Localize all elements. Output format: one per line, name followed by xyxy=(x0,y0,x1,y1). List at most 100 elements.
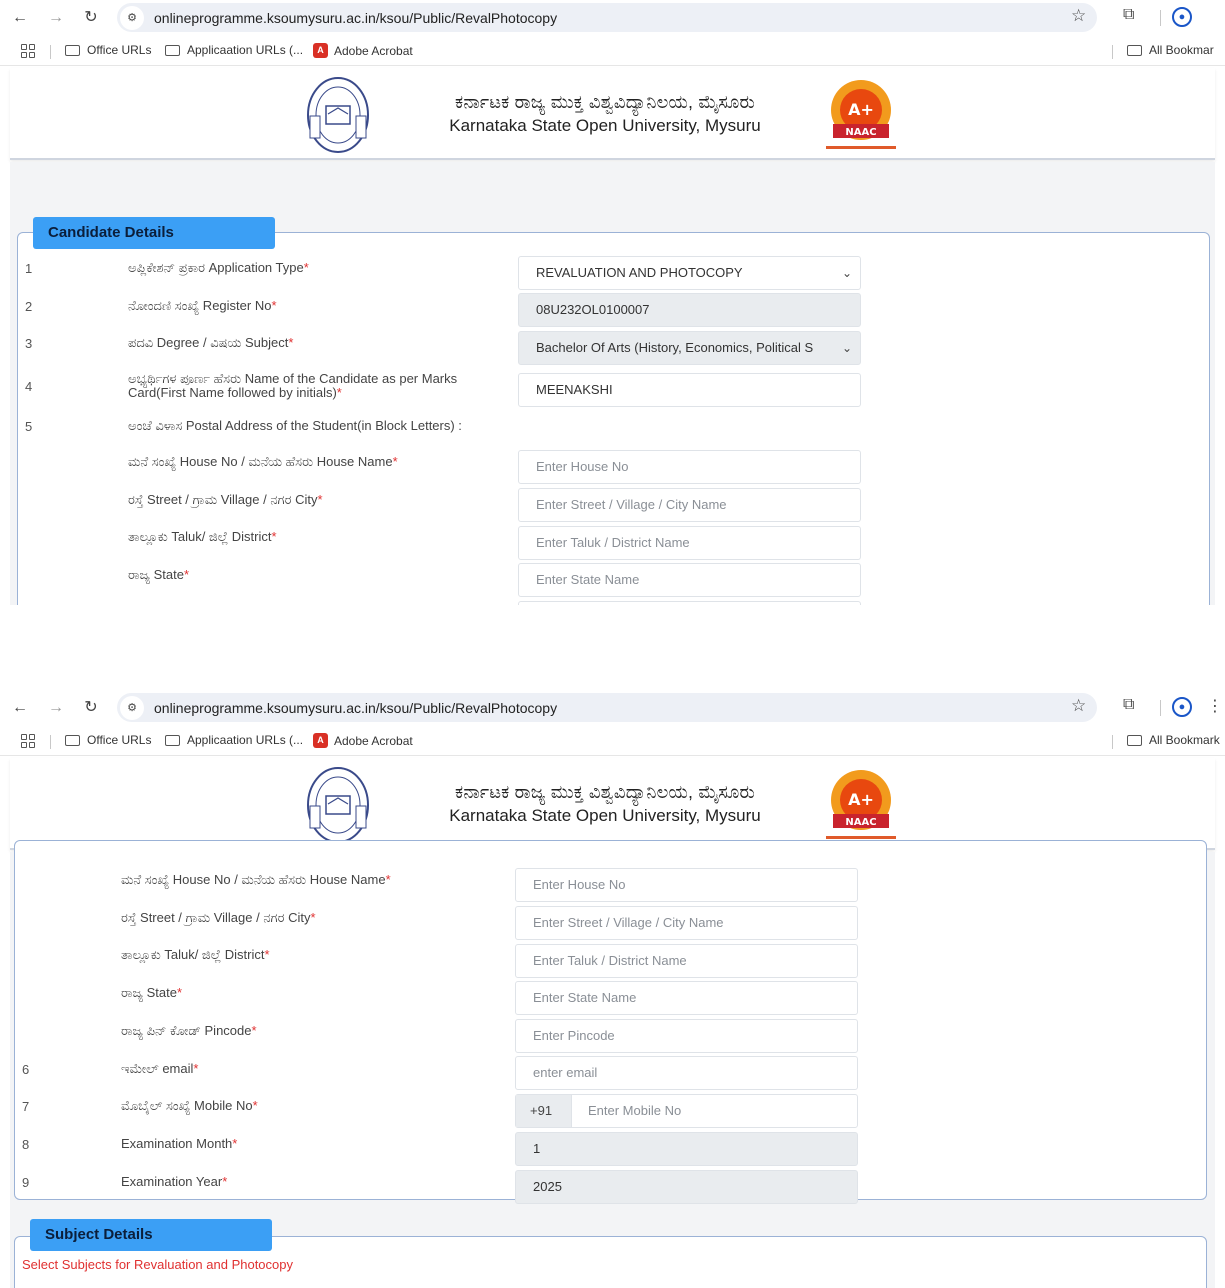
folder-icon xyxy=(65,734,80,746)
field-label: ತಾಲ್ಲೂಕು Taluk/ ಜಿಲ್ಲೆ District* xyxy=(128,530,277,544)
folder-icon xyxy=(1127,734,1142,746)
candidate-name-field[interactable]: MEENAKSHI xyxy=(518,373,861,407)
back-arrow-icon[interactable]: ← xyxy=(8,6,32,30)
subject-details-panel: Subject Details Select Subjects for Reva… xyxy=(14,1219,1207,1288)
profile-icon[interactable]: ● xyxy=(1172,7,1192,27)
taluk-input[interactable]: Enter Taluk / District Name xyxy=(515,944,858,978)
bookmark-star-icon[interactable]: ☆ xyxy=(1071,6,1086,26)
address-bar[interactable]: ⚙ onlineprogramme.ksoumysuru.ac.in/ksou/… xyxy=(117,693,1097,722)
site-info-icon[interactable]: ⚙ xyxy=(120,5,144,30)
forward-arrow-icon[interactable]: → xyxy=(44,6,68,30)
state-input[interactable]: Enter State Name xyxy=(515,981,858,1015)
bookmark-adobe-acrobat[interactable]: A Adobe Acrobat xyxy=(313,733,413,748)
bookmark-label: All Bookmar xyxy=(1149,43,1214,57)
pincode-input[interactable] xyxy=(518,601,861,605)
bookmark-adobe-acrobat[interactable]: A Adobe Acrobat xyxy=(313,43,413,58)
url-text[interactable]: onlineprogramme.ksoumysuru.ac.in/ksou/Pu… xyxy=(154,10,557,26)
application-type-select[interactable]: REVALUATION AND PHOTOCOPY ⌄ xyxy=(518,256,861,290)
degree-subject-select[interactable]: Bachelor Of Arts (History, Economics, Po… xyxy=(518,331,861,365)
field-label: ರಸ್ತೆ Street / ಗ್ರಾಮ Village / ನಗರ City* xyxy=(121,911,316,925)
candidate-details-legend: Candidate Details xyxy=(33,217,275,249)
extensions-icon[interactable]: ⧉ xyxy=(1123,696,1134,714)
label-text: ಪದವಿ Degree / ವಿಷಯ Subject xyxy=(128,335,289,350)
label-text: Card(First Name followed by initials) xyxy=(128,385,337,400)
house-no-input[interactable]: Enter House No xyxy=(518,450,861,484)
browser-window-scrolled: ← → ↻ ⚙ onlineprogramme.ksoumysuru.ac.in… xyxy=(0,690,1225,1288)
chevron-down-icon: ⌄ xyxy=(841,266,852,280)
pincode-input[interactable]: Enter Pincode xyxy=(515,1019,858,1053)
bookmark-label: Adobe Acrobat xyxy=(334,733,413,748)
field-label: ರಾಜ್ಯ State* xyxy=(128,568,189,582)
pdf-icon: A xyxy=(313,43,328,58)
label-text: ನೋಂದಣಿ ಸಂಖ್ಯೆ Register No xyxy=(128,298,272,313)
taluk-input[interactable]: Enter Taluk / District Name xyxy=(518,526,861,560)
apps-grid-icon[interactable] xyxy=(21,734,35,748)
row-number: 5 xyxy=(25,419,33,434)
all-bookmarks[interactable]: All Bookmar xyxy=(1127,43,1214,57)
candidate-details-panel: Candidate Details 1 ಅಪ್ಲಿಕೇಶನ್ ಪ್ರಕಾರ Ap… xyxy=(17,217,1210,605)
bookmarks-divider xyxy=(1112,45,1113,59)
bookmark-label: Applicaation URLs (... xyxy=(187,733,304,747)
field-label: ಮನೆ ಸಂಖ್ಯೆ House No / ಮನೆಯ ಹೆಸರು House N… xyxy=(121,873,391,887)
field-label: ಅಭ್ಯರ್ಥಿಗಳ ಪೂರ್ಣ ಹೆಸರು Name of the Candi… xyxy=(128,372,457,400)
field-label: ರಸ್ತೆ Street / ಗ್ರಾಮ Village / ನಗರ City* xyxy=(128,493,323,507)
state-input[interactable]: Enter State Name xyxy=(518,563,861,597)
field-label: ಇಮೇಲ್ email* xyxy=(121,1062,198,1076)
email-input[interactable]: enter email xyxy=(515,1056,858,1090)
bookmark-application-urls[interactable]: Applicaation URLs (... xyxy=(165,733,303,747)
naac-label: NAAC xyxy=(845,817,876,828)
mobile-input-group[interactable]: +91 Enter Mobile No xyxy=(515,1094,858,1128)
house-no-input[interactable]: Enter House No xyxy=(515,868,858,902)
university-name-english: Karnataka State Open University, Mysuru xyxy=(449,116,761,135)
folder-icon xyxy=(165,734,180,746)
browser-menu-icon[interactable]: ⋮ xyxy=(1207,696,1223,716)
all-bookmarks[interactable]: All Bookmark xyxy=(1127,733,1220,747)
back-arrow-icon[interactable]: ← xyxy=(8,696,32,720)
street-input[interactable]: Enter Street / Village / City Name xyxy=(518,488,861,522)
required-marker: * xyxy=(252,1098,258,1113)
extensions-icon[interactable]: ⧉ xyxy=(1123,6,1134,24)
row-number: 6 xyxy=(22,1062,30,1077)
row-number: 2 xyxy=(25,299,33,314)
profile-icon[interactable]: ● xyxy=(1172,697,1192,717)
apps-grid-icon[interactable] xyxy=(21,44,35,58)
bookmark-application-urls[interactable]: Applicaation URLs (... xyxy=(165,43,303,57)
toolbar-divider xyxy=(1160,10,1161,26)
bookmark-label: Office URLs xyxy=(87,733,152,747)
site-info-icon[interactable]: ⚙ xyxy=(120,695,144,720)
address-bar[interactable]: ⚙ onlineprogramme.ksoumysuru.ac.in/ksou/… xyxy=(117,3,1097,32)
naac-grade: A+ xyxy=(848,790,874,809)
required-marker: * xyxy=(271,529,277,544)
field-label: ಮನೆ ಸಂಖ್ಯೆ House No / ಮನೆಯ ಹೆಸರು House N… xyxy=(128,455,398,469)
label-text: ಮೊಬೈಲ್ ಸಂಖ್ಯೆ Mobile No xyxy=(121,1098,253,1113)
folder-icon xyxy=(65,44,80,56)
required-marker: * xyxy=(176,985,183,1000)
country-code-prefix: +91 xyxy=(516,1095,572,1127)
required-marker: * xyxy=(222,1174,228,1189)
label-text: ತಾಲ್ಲೂಕು Taluk/ ಜಿಲ್ಲೆ District xyxy=(128,529,272,544)
forward-arrow-icon[interactable]: → xyxy=(44,696,68,720)
field-label: ಪದವಿ Degree / ವಿಷಯ Subject* xyxy=(128,336,293,350)
bookmarks-bar: Office URLs Applicaation URLs (... A Adob… xyxy=(0,726,1225,756)
university-name-kannada: ಕರ್ನಾಟಕ ರಾಜ್ಯ ಮುಕ್ತ ವಿಶ್ವವಿದ್ಯಾನಿಲಯ, ಮೈಸ… xyxy=(455,782,755,802)
bookmark-office-urls[interactable]: Office URLs xyxy=(65,43,151,57)
reload-icon[interactable]: ↻ xyxy=(79,696,103,720)
bookmark-label: Applicaation URLs (... xyxy=(187,43,304,57)
naac-badge-icon: A+ NAAC xyxy=(826,80,896,149)
bookmark-office-urls[interactable]: Office URLs xyxy=(65,733,151,747)
required-marker: * xyxy=(193,1061,199,1076)
street-input[interactable]: Enter Street / Village / City Name xyxy=(515,906,858,940)
mobile-input[interactable]: Enter Mobile No xyxy=(588,1095,681,1127)
exam-year-field: 2025 xyxy=(515,1170,858,1204)
naac-badge-icon: A+ NAAC xyxy=(826,770,896,839)
folder-icon xyxy=(1127,44,1142,56)
row-number: 1 xyxy=(25,261,33,276)
university-emblem-icon xyxy=(307,77,369,153)
label-text: ರಸ್ತೆ Street / ಗ್ರಾಮ Village / ನಗರ City xyxy=(121,910,311,925)
url-text[interactable]: onlineprogramme.ksoumysuru.ac.in/ksou/Pu… xyxy=(154,700,557,716)
bookmark-star-icon[interactable]: ☆ xyxy=(1071,696,1086,716)
reload-icon[interactable]: ↻ xyxy=(79,6,103,30)
subject-details-legend: Subject Details xyxy=(30,1219,272,1251)
label-text: ರಸ್ತೆ Street / ಗ್ರಾಮ Village / ನಗರ City xyxy=(128,492,318,507)
university-name-kannada: ಕರ್ನಾಟಕ ರಾಜ್ಯ ಮುಕ್ತ ವಿಶ್ವವಿದ್ಯಾನಿಲಯ, ಮೈಸ… xyxy=(455,92,755,112)
